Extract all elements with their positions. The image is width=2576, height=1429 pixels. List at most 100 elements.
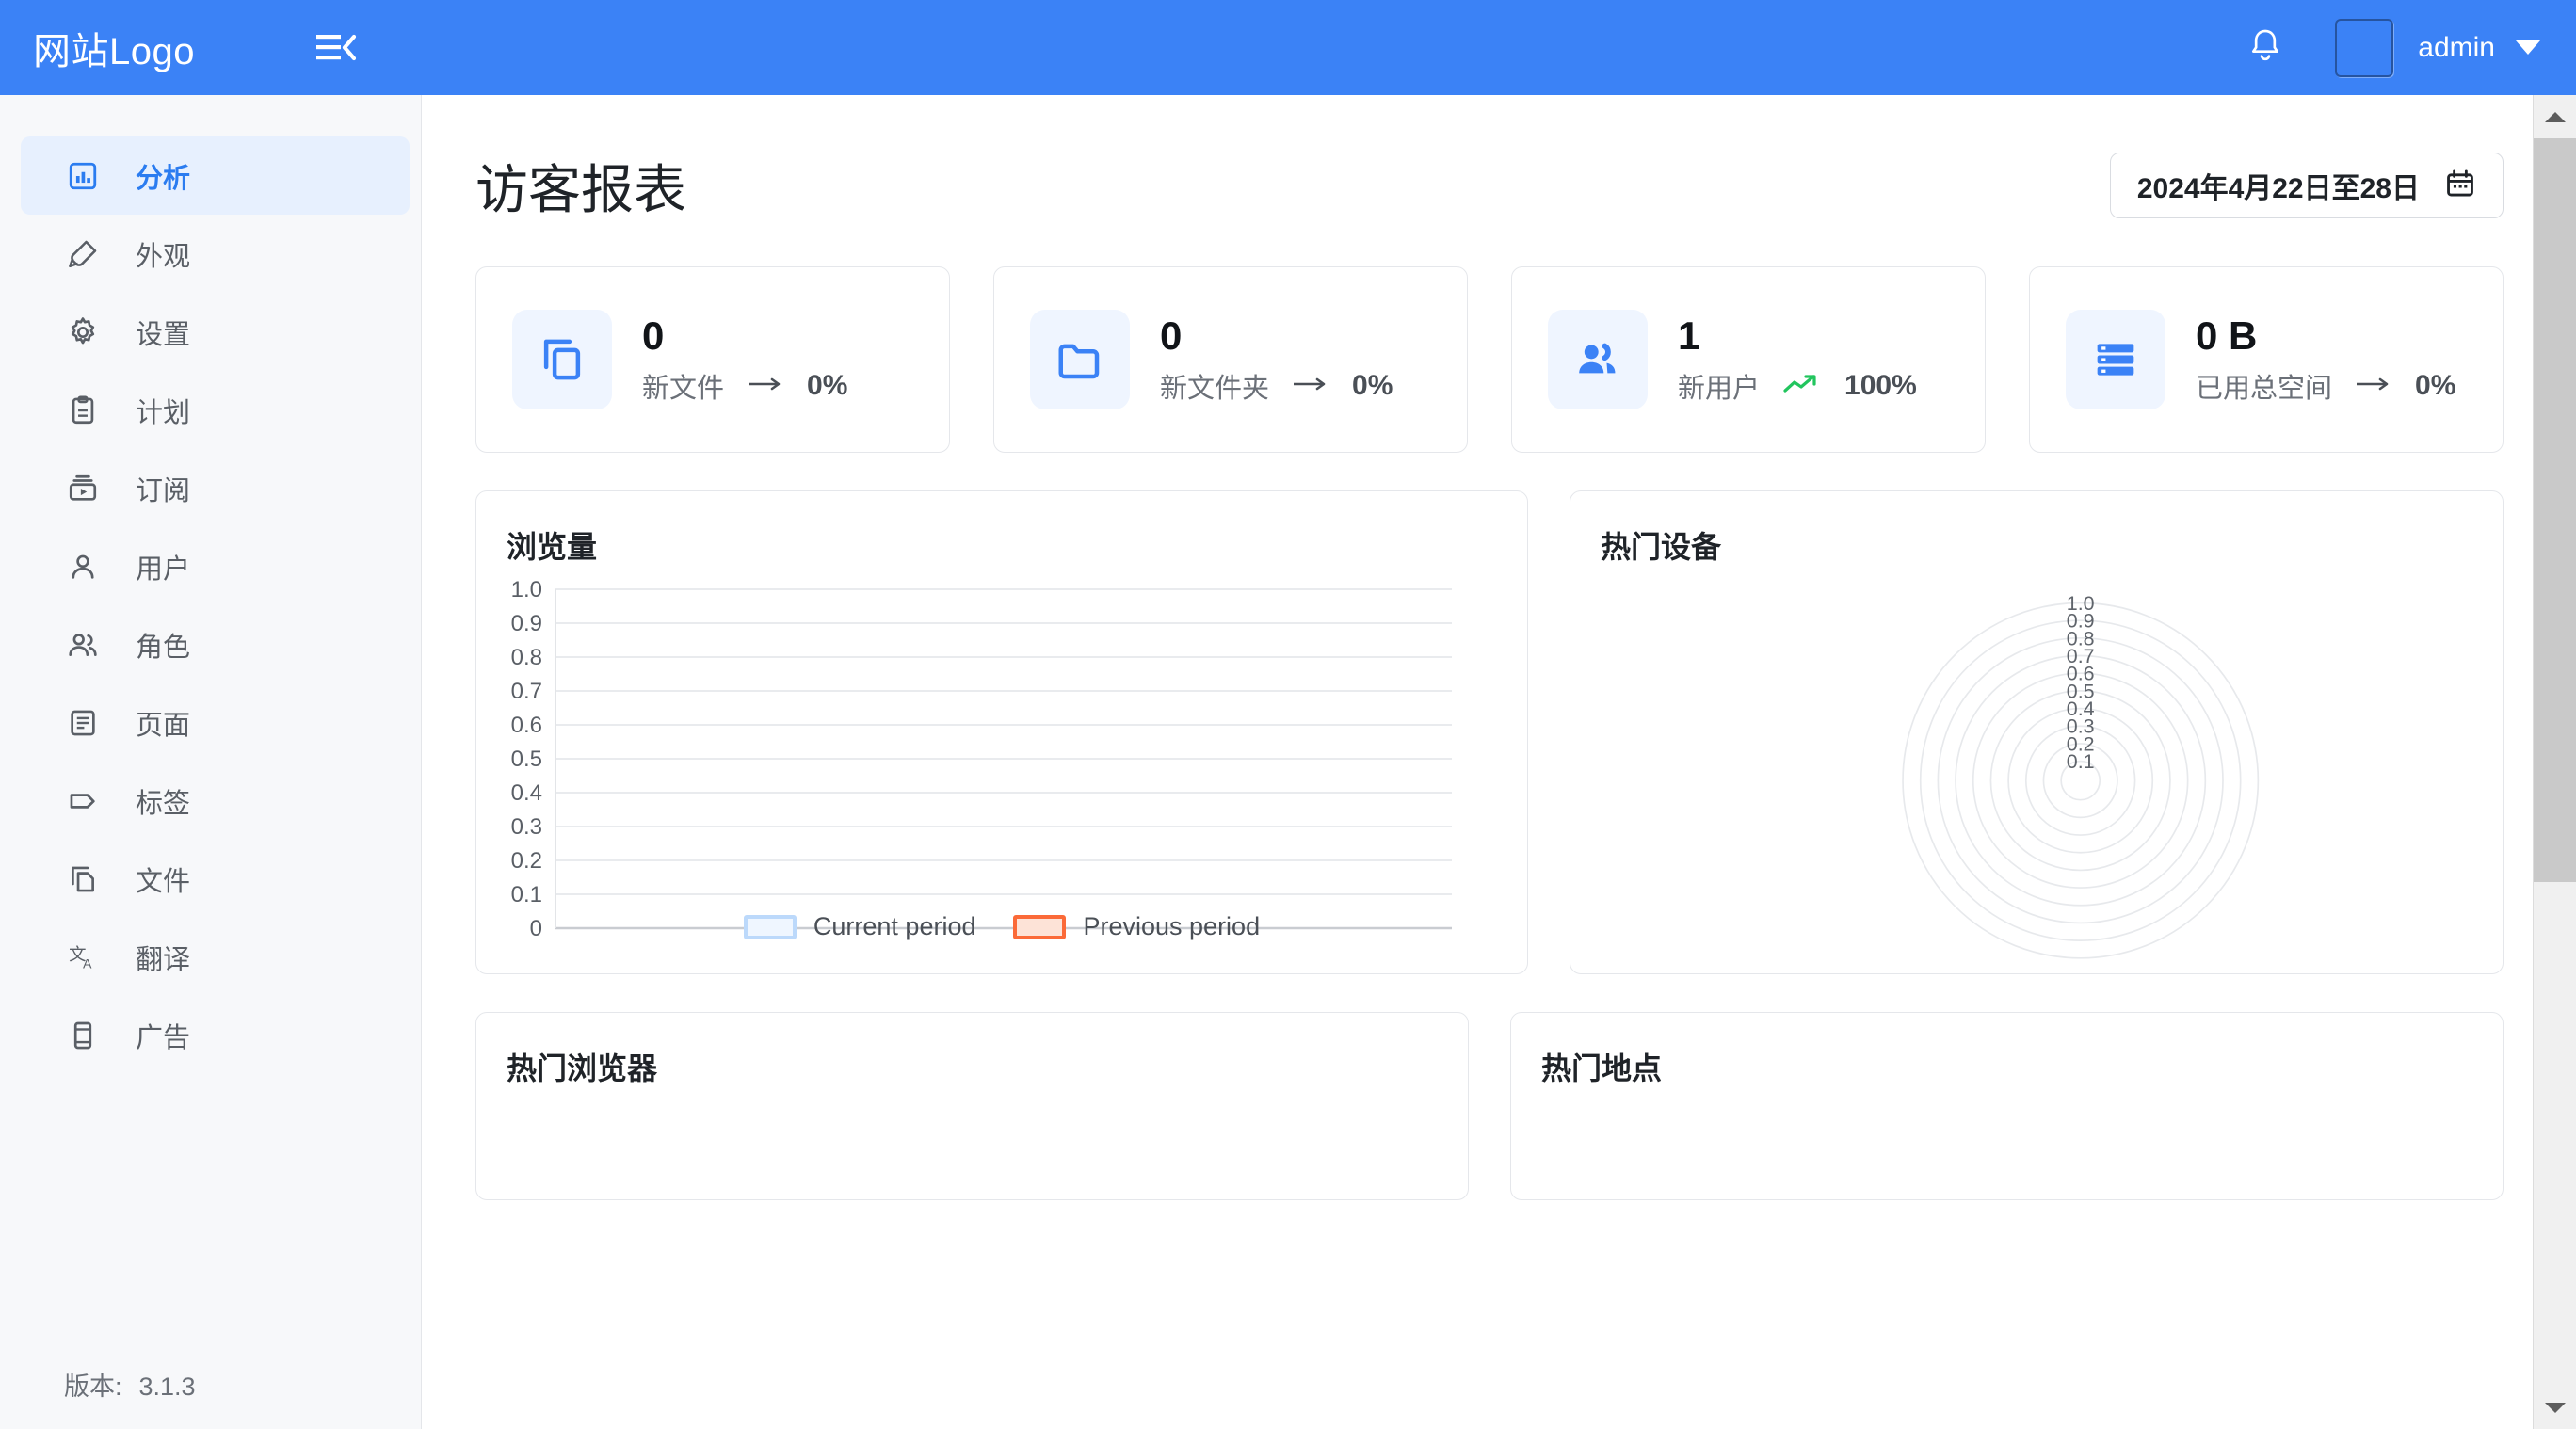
page-header: 访客报表 2024年4月22日至28日 [475, 140, 2504, 231]
sidebar-item-label: 翻译 [136, 938, 190, 977]
users-icon [64, 626, 102, 664]
panel-title: 热门地点 [1511, 1013, 2503, 1088]
gear-icon [64, 313, 102, 351]
stat-body: 0 新文件 0% [642, 313, 847, 406]
locations-panel: 热门地点 [1510, 1012, 2504, 1200]
devices-radar-chart[interactable]: 1.0 0.9 0.8 0.7 0.6 0.5 0.4 0.3 0.2 0.1 [1570, 567, 2503, 971]
menu-collapse-icon [315, 32, 359, 64]
sidebar-item-label: 页面 [136, 703, 190, 743]
stat-percent: 0% [807, 370, 847, 402]
charts-row: 浏览量 1.0 0.9 0.8 0.7 0.6 0.5 0.4 0.3 [475, 490, 2504, 974]
panel-title: 热门设备 [1570, 491, 2503, 567]
sidebar: 分析 外观 设置 计划 订阅 [0, 95, 422, 1429]
browsers-panel: 热门浏览器 [475, 1012, 1469, 1200]
file-copy-icon [64, 860, 102, 898]
sidebar-item-label: 分析 [136, 156, 190, 196]
devices-chart-panel: 热门设备 1.0 [1570, 490, 2504, 974]
svg-text:1.0: 1.0 [511, 577, 542, 602]
views-line-chart[interactable]: 1.0 0.9 0.8 0.7 0.6 0.5 0.4 0.3 0.2 0.1 … [476, 567, 1527, 962]
stat-percent: 0% [2415, 370, 2455, 402]
sidebar-item-label: 计划 [136, 391, 190, 430]
site-logo[interactable]: 网站Logo [33, 21, 195, 75]
trend-flat-icon [747, 375, 784, 398]
sidebar-nav: 分析 外观 设置 计划 订阅 [0, 95, 421, 1074]
svg-text:0.6: 0.6 [511, 713, 542, 738]
sidebar-item-roles[interactable]: 角色 [21, 605, 410, 683]
sidebar-item-appearance[interactable]: 外观 [21, 215, 410, 293]
subscription-icon [64, 470, 102, 507]
stat-body: 1 新用户 100% [1678, 313, 1917, 406]
stat-label: 已用总空间 [2196, 366, 2332, 406]
stat-card-new-users[interactable]: 1 新用户 100% [1511, 266, 1986, 453]
sidebar-item-tags[interactable]: 标签 [21, 762, 410, 840]
legend-item-current-period[interactable]: Current period [744, 912, 976, 941]
stat-value: 1 [1678, 313, 1917, 359]
calendar-icon [2444, 168, 2476, 204]
folder-icon [1030, 310, 1130, 409]
username-label: admin [2418, 32, 2495, 64]
chevron-down-icon [2545, 1403, 2566, 1413]
tag-icon [64, 782, 102, 820]
scroll-up-button[interactable] [2534, 95, 2576, 138]
content-wrapper: 访客报表 2024年4月22日至28日 0 新文件 [423, 95, 2556, 1200]
stat-card-new-folders[interactable]: 0 新文件夹 0% [993, 266, 1468, 453]
menu-collapse-button[interactable] [310, 21, 364, 75]
stat-body: 0 B 已用总空间 0% [2196, 313, 2455, 406]
sidebar-item-advertisement[interactable]: 广告 [21, 996, 410, 1074]
stat-meta-row: 已用总空间 0% [2196, 366, 2455, 406]
chevron-up-icon [2545, 112, 2566, 122]
scroll-down-button[interactable] [2534, 1386, 2576, 1429]
palette-icon [64, 235, 102, 273]
stat-value: 0 [1160, 313, 1393, 359]
svg-text:0.3: 0.3 [511, 814, 542, 840]
svg-text:0.1: 0.1 [511, 882, 542, 907]
version-number: 3.1.3 [139, 1373, 196, 1401]
stat-body: 0 新文件夹 0% [1160, 313, 1393, 406]
chevron-down-icon[interactable] [2516, 40, 2540, 55]
bell-icon [2246, 27, 2284, 69]
legend-item-previous-period[interactable]: Previous period [1013, 912, 1260, 941]
stat-card-new-files[interactable]: 0 新文件 0% [475, 266, 950, 453]
sidebar-item-pages[interactable]: 页面 [21, 683, 410, 762]
main-content: 访客报表 2024年4月22日至28日 0 新文件 [423, 95, 2556, 1429]
sidebar-item-plans[interactable]: 计划 [21, 371, 410, 449]
stat-label: 新用户 [1678, 366, 1760, 406]
sidebar-item-label: 订阅 [136, 469, 190, 508]
stat-meta-row: 新文件夹 0% [1160, 366, 1393, 406]
svg-text:0.1: 0.1 [2067, 750, 2095, 773]
sidebar-item-users[interactable]: 用户 [21, 527, 410, 605]
sidebar-item-label: 用户 [136, 547, 190, 586]
notifications-button[interactable] [2235, 18, 2295, 78]
stat-label: 新文件 [642, 366, 724, 406]
stat-value: 0 [642, 313, 847, 359]
trend-up-icon [1782, 372, 1822, 401]
legend-label: Current period [813, 912, 976, 941]
vertical-scrollbar[interactable] [2533, 95, 2576, 1429]
sidebar-item-label: 设置 [136, 313, 190, 352]
sidebar-item-subscriptions[interactable]: 订阅 [21, 449, 410, 527]
date-range-picker[interactable]: 2024年4月22日至28日 [2110, 153, 2504, 218]
svg-text:0.9: 0.9 [511, 611, 542, 636]
sidebar-item-translations[interactable]: 文A 翻译 [21, 918, 410, 996]
stat-card-storage-used[interactable]: 0 B 已用总空间 0% [2029, 266, 2504, 453]
sidebar-item-label: 外观 [136, 234, 190, 274]
scrollbar-thumb[interactable] [2534, 138, 2576, 882]
bottom-panels-row: 热门浏览器 热门地点 [475, 1012, 2504, 1200]
stat-cards-row: 0 新文件 0% 0 新文件夹 [475, 266, 2504, 453]
sidebar-item-analytics[interactable]: 分析 [21, 136, 410, 215]
sidebar-item-files[interactable]: 文件 [21, 840, 410, 918]
views-line-chart-svg: 1.0 0.9 0.8 0.7 0.6 0.5 0.4 0.3 0.2 0.1 … [476, 567, 1527, 962]
legend-label: Previous period [1083, 912, 1260, 941]
sidebar-item-label: 文件 [136, 859, 190, 899]
users-icon [1548, 310, 1648, 409]
svg-text:A: A [83, 956, 92, 971]
sidebar-item-label: 广告 [136, 1016, 190, 1055]
trend-flat-icon [1292, 375, 1329, 398]
chart-legend: Current period Previous period [476, 912, 1527, 941]
chart-bar-icon [64, 157, 102, 195]
sidebar-item-settings[interactable]: 设置 [21, 293, 410, 371]
translate-icon: 文A [64, 939, 102, 976]
avatar[interactable] [2335, 19, 2393, 77]
panel-title: 热门浏览器 [476, 1013, 1468, 1088]
version-label: 版本: [64, 1373, 122, 1401]
